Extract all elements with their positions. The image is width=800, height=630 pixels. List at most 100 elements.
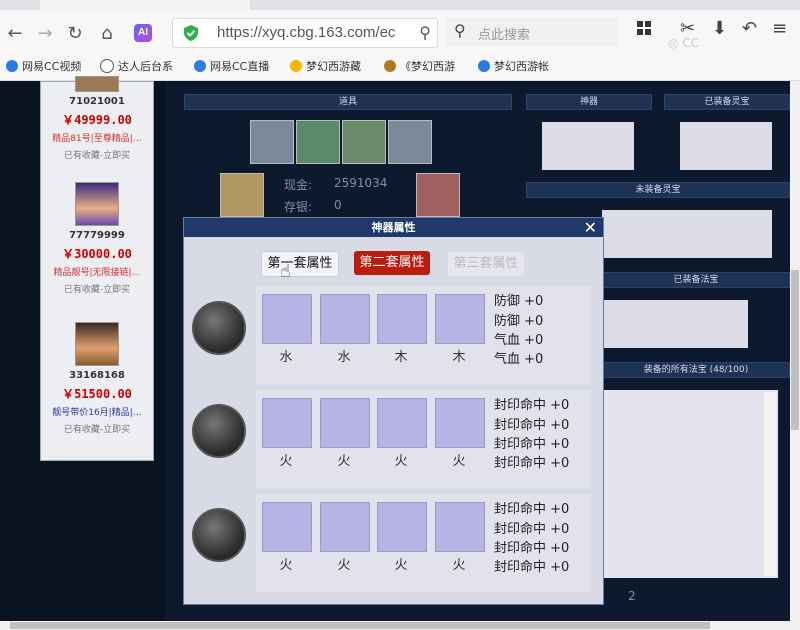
element-label: 火 bbox=[279, 454, 293, 469]
treasure-scrollbar[interactable] bbox=[764, 392, 776, 576]
attribute-row-2: 火 火 火 火 封印命中 +0 封印命中 +0 封印命中 +0 封印命中 +0 bbox=[256, 390, 590, 488]
item-slot[interactable] bbox=[342, 120, 386, 164]
treasure-slot[interactable] bbox=[602, 300, 748, 348]
attribute-text: 封印命中 +0 bbox=[494, 502, 570, 517]
element-slot[interactable] bbox=[320, 502, 370, 552]
seller-tags: 精品靓号|无限接链|… bbox=[53, 268, 141, 278]
ai-icon[interactable]: AI bbox=[130, 20, 156, 46]
item-slot[interactable] bbox=[388, 120, 432, 164]
element-slot[interactable] bbox=[377, 294, 427, 344]
bookmark-icon bbox=[478, 60, 490, 72]
tab-set-2[interactable]: 第二套属性 bbox=[354, 251, 430, 275]
element-slot[interactable] bbox=[262, 398, 312, 448]
url-text: https://xyq.cbg.163.com/ec bbox=[217, 24, 396, 41]
tab-set-1[interactable]: 第一套属性 bbox=[261, 251, 339, 277]
artifact-slot[interactable] bbox=[542, 122, 634, 170]
spirit-slot[interactable] bbox=[680, 122, 772, 170]
element-label: 火 bbox=[452, 454, 466, 469]
item-slot[interactable] bbox=[250, 120, 294, 164]
browser-tab-active[interactable] bbox=[40, 0, 250, 10]
artifact-orb-2[interactable] bbox=[192, 404, 246, 458]
element-slot[interactable] bbox=[320, 398, 370, 448]
seller-price: ￥51500.00 bbox=[62, 387, 132, 401]
seller-id: 77779999 bbox=[69, 230, 125, 241]
element-label: 火 bbox=[337, 558, 351, 573]
bookmark-icon bbox=[384, 60, 396, 72]
attribute-text: 封印命中 +0 bbox=[494, 437, 570, 452]
bookmark-item[interactable]: 网易CC视频 bbox=[6, 58, 81, 74]
artifact-orb-3[interactable] bbox=[192, 508, 246, 562]
element-slot[interactable] bbox=[435, 502, 485, 552]
seller-tags: 精品81号|至尊精品|… bbox=[52, 134, 142, 144]
address-bar[interactable]: https://xyq.cbg.163.com/ec ⚲ bbox=[172, 18, 438, 48]
element-label: 木 bbox=[394, 350, 408, 365]
element-label: 水 bbox=[279, 350, 293, 365]
seller-card[interactable]: 77779999 ￥30000.00 精品靓号|无限接链|… 已有收藏-立即买 bbox=[41, 182, 153, 295]
attribute-text: 封印命中 +0 bbox=[494, 541, 570, 556]
seller-card[interactable]: 71021001 ￥49999.00 精品81号|至尊精品|… 已有收藏-立即买 bbox=[41, 76, 153, 161]
element-slot[interactable] bbox=[320, 294, 370, 344]
seller-collect-link[interactable]: 已有收藏-立即买 bbox=[41, 148, 153, 161]
attribute-text: 封印命中 +0 bbox=[494, 418, 570, 433]
element-label: 火 bbox=[394, 454, 408, 469]
bookmark-item[interactable]: 《梦幻西游 bbox=[384, 58, 455, 74]
unequipped-spirit-header: 未装备灵宝 bbox=[526, 182, 790, 198]
element-slot[interactable] bbox=[262, 294, 312, 344]
apps-grid-icon[interactable] bbox=[636, 20, 652, 36]
download-icon[interactable]: ⬇ bbox=[712, 18, 727, 39]
artifact-attributes-dialog: 神器属性 ✕ 第一套属性 第二套属性 第三套属性 ☝ 水 水 木 木 防御 +0… bbox=[183, 217, 604, 605]
element-label: 火 bbox=[337, 454, 351, 469]
undo-icon[interactable]: ↶ bbox=[742, 18, 757, 39]
tab-set-3[interactable]: 第三套属性 bbox=[447, 251, 525, 277]
search-icon: ⚲ bbox=[454, 21, 466, 40]
menu-icon[interactable]: ≡ bbox=[772, 18, 787, 39]
attribute-text: 气血 +0 bbox=[494, 333, 544, 348]
item-slot[interactable] bbox=[220, 173, 264, 217]
seller-list: 71021001 ￥49999.00 精品81号|至尊精品|… 已有收藏-立即买… bbox=[40, 76, 154, 461]
item-slot[interactable] bbox=[416, 173, 460, 217]
seller-collect-link[interactable]: 已有收藏-立即买 bbox=[41, 422, 153, 435]
horizontal-scrollbar-thumb[interactable] bbox=[10, 622, 710, 629]
attribute-text: 防御 +0 bbox=[494, 314, 544, 329]
forward-icon[interactable]: → bbox=[32, 20, 58, 46]
globe-icon bbox=[100, 59, 114, 73]
cash-value: 2591034 bbox=[334, 176, 388, 190]
element-label: 火 bbox=[394, 558, 408, 573]
treasure-grid[interactable] bbox=[602, 390, 778, 578]
attribute-text: 封印命中 +0 bbox=[494, 522, 570, 537]
bookmark-item[interactable]: 网易CC直播 bbox=[194, 58, 269, 74]
attribute-text: 防御 +0 bbox=[494, 294, 544, 309]
element-slot[interactable] bbox=[435, 398, 485, 448]
seller-card[interactable]: 33168168 ￥51500.00 靓号带价16月|精品|… 已有收藏-立即买 bbox=[41, 322, 153, 435]
search-input[interactable]: ⚲ 点此搜索 bbox=[446, 18, 618, 46]
element-slot[interactable] bbox=[262, 502, 312, 552]
search-placeholder: 点此搜索 bbox=[478, 28, 531, 43]
bookmark-icon bbox=[6, 60, 18, 72]
scrollbar-thumb[interactable] bbox=[791, 270, 799, 430]
close-icon[interactable]: ✕ bbox=[584, 218, 597, 237]
reload-icon[interactable]: ↻ bbox=[62, 20, 88, 46]
artifact-orb-1[interactable] bbox=[192, 301, 246, 355]
browser-tab[interactable] bbox=[265, 0, 475, 10]
home-icon[interactable]: ⌂ bbox=[94, 20, 120, 46]
bookmark-item[interactable]: 梦幻西游藏 bbox=[290, 58, 361, 74]
bookmark-icon bbox=[290, 60, 302, 72]
tab-strip bbox=[0, 0, 800, 10]
element-label: 木 bbox=[452, 350, 466, 365]
attribute-text: 封印命中 +0 bbox=[494, 560, 570, 575]
attribute-text: 封印命中 +0 bbox=[494, 456, 570, 471]
item-slot[interactable] bbox=[296, 120, 340, 164]
element-label: 火 bbox=[452, 558, 466, 573]
seller-collect-link[interactable]: 已有收藏-立即买 bbox=[41, 282, 153, 295]
avatar bbox=[75, 182, 119, 226]
back-icon[interactable]: ← bbox=[2, 20, 28, 46]
bookmark-item[interactable]: 达人后台系 bbox=[100, 58, 173, 74]
seller-id: 71021001 bbox=[69, 96, 125, 107]
element-slot[interactable] bbox=[435, 294, 485, 344]
element-slot[interactable] bbox=[377, 502, 427, 552]
spirit-list[interactable] bbox=[602, 210, 772, 258]
element-slot[interactable] bbox=[377, 398, 427, 448]
dialog-header: 神器属性 ✕ bbox=[184, 218, 603, 237]
bookmark-item[interactable]: 梦幻西游帐 bbox=[478, 58, 549, 74]
zoom-icon[interactable]: ⚲ bbox=[419, 23, 431, 42]
